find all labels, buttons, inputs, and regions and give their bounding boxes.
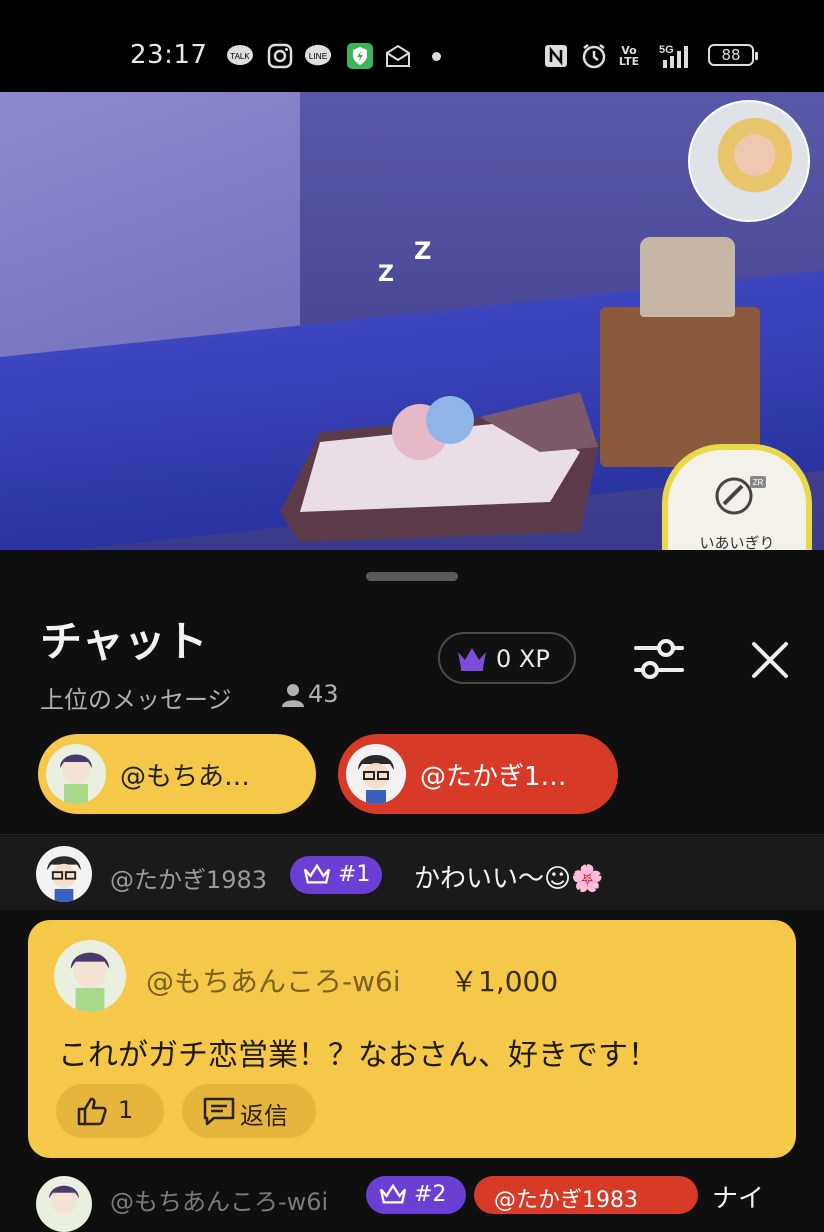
reply-button[interactable]: 返信 — [182, 1084, 316, 1138]
avatar — [36, 846, 92, 902]
stream-video[interactable]: Z Z ZR いあいぎり — [0, 92, 824, 550]
5g-signal-icon: 5G — [648, 42, 696, 70]
reply-comment-icon — [203, 1097, 235, 1126]
line-icon: LINE — [304, 42, 332, 70]
message-author: @たかぎ1983 — [110, 866, 268, 894]
like-button[interactable]: 1 — [56, 1084, 164, 1138]
drag-handle[interactable] — [366, 572, 458, 581]
xp-button[interactable]: 0 XP — [438, 632, 576, 684]
game-action-label: いあいぎり — [699, 534, 775, 550]
mention-label: @たかぎ1983 — [494, 1188, 638, 1213]
sleep-z-icon: Z — [414, 237, 432, 265]
chat-title: チャット — [40, 617, 208, 666]
pinned-superchat-chip[interactable]: @たかぎ1… — [338, 734, 618, 814]
volte-icon: Vo LTE — [618, 44, 640, 68]
message-text: ナイ — [712, 1184, 765, 1214]
rank-label: #1 — [338, 862, 371, 887]
mention-chip[interactable]: @たかぎ1983 — [474, 1176, 698, 1214]
alarm-icon — [580, 42, 608, 70]
superchat-author: @もちあんころ-w6i — [146, 965, 401, 998]
svg-text:5G: 5G — [659, 44, 674, 56]
super-chat-card[interactable]: @もちあんころ-w6i ￥1,000 これがガチ恋営業！？なおさん、好きです！ … — [28, 920, 796, 1158]
rank-badge: #2 — [366, 1176, 466, 1214]
thumbs-up-icon — [77, 1097, 107, 1126]
rank-label: #2 — [414, 1182, 447, 1207]
notification-dot — [432, 52, 441, 61]
scene-nightstand — [600, 307, 760, 467]
crown-outline-icon — [303, 863, 331, 884]
avatar — [346, 744, 406, 804]
close-icon[interactable] — [748, 638, 792, 682]
viewer-count: 43 — [308, 680, 339, 708]
message-text: かわいい〜☺🌸 — [414, 864, 604, 894]
filter-settings-icon[interactable] — [632, 634, 686, 684]
axe-icon: ZR — [715, 476, 766, 515]
chat-message[interactable]: @たかぎ1983 #1 かわいい〜☺🌸 — [0, 836, 824, 910]
reply-label: 返信 — [240, 1102, 288, 1130]
avatar — [46, 744, 106, 804]
superchat-text: これがガチ恋営業！？なおさん、好きです！ — [58, 1038, 658, 1073]
chat-message[interactable]: @もちあんころ-w6i #2 @たかぎ1983 ナイ — [0, 1168, 824, 1232]
scene-lamp — [640, 237, 735, 317]
xp-label: 0 XP — [496, 645, 550, 673]
chat-panel: チャット 上位のメッセージ 43 0 XP @もちあ… @たかぎ1… @たかぎ1… — [0, 550, 824, 1232]
nfc-icon — [542, 42, 570, 70]
instagram-icon — [266, 42, 294, 70]
status-bar: 23:17 TALK LINE Vo LTE 5G 88 — [0, 0, 824, 92]
mail-icon — [384, 42, 412, 70]
vpn-shield-icon — [346, 42, 374, 70]
scene-bed — [280, 392, 600, 542]
game-action-widget: ZR いあいぎり — [662, 444, 812, 550]
pinned-chip-label: @もちあ… — [120, 762, 251, 792]
status-time: 23:17 — [130, 40, 208, 70]
talk-icon: TALK — [226, 42, 254, 70]
battery-indicator: 88 — [708, 44, 758, 66]
svg-text:LINE: LINE — [309, 51, 328, 61]
divider — [0, 834, 824, 835]
svg-text:TALK: TALK — [230, 52, 250, 61]
pinned-chip-label: @たかぎ1… — [420, 762, 567, 792]
chat-mode-label[interactable]: 上位のメッセージ — [40, 680, 232, 715]
rank-badge: #1 — [290, 856, 382, 894]
sleep-z-icon: Z — [378, 262, 394, 287]
crown-icon — [458, 648, 486, 671]
like-count: 1 — [118, 1096, 134, 1124]
viewer-person-icon — [282, 684, 304, 707]
avatar — [54, 940, 126, 1012]
superchat-amount: ￥1,000 — [450, 965, 559, 998]
crown-outline-icon — [379, 1183, 407, 1204]
avatar — [36, 1176, 92, 1232]
svg-text:ZR: ZR — [753, 478, 764, 487]
streamer-webcam — [688, 100, 810, 222]
pinned-superchat-chip[interactable]: @もちあ… — [38, 734, 316, 814]
